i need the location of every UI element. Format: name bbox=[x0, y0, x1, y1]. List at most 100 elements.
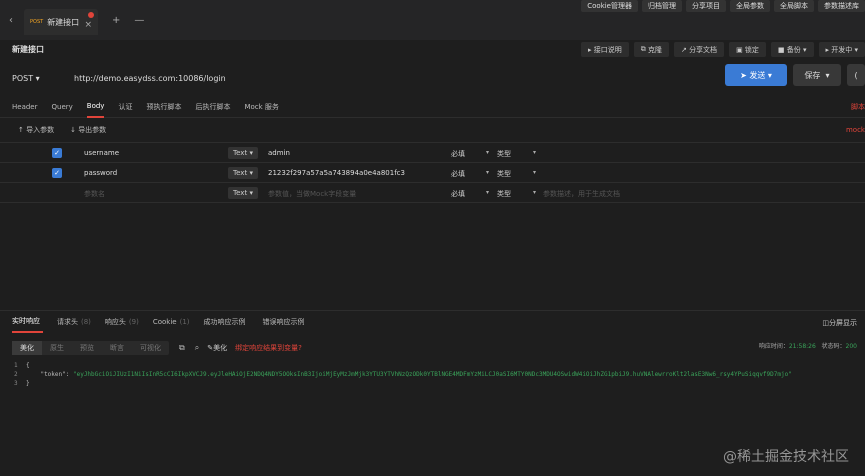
param-desc-placeholder[interactable]: 参数描述，用于生成文档 bbox=[543, 189, 620, 199]
script-link[interactable]: 脚本 bbox=[851, 102, 865, 112]
import-params-button[interactable]: ↑ 导入参数 bbox=[18, 125, 54, 135]
tab-error-example[interactable]: 错误响应示例 bbox=[263, 311, 308, 333]
copy-icon[interactable]: ⧉ bbox=[179, 343, 185, 353]
arrow-down-icon: ↓ bbox=[70, 126, 79, 134]
chevron-down-icon[interactable]: ▾ bbox=[533, 169, 536, 176]
tab-title: 新建接口 bbox=[47, 17, 80, 27]
chevron-down-icon[interactable]: ▾ bbox=[533, 189, 536, 196]
checkbox[interactable]: ✓ bbox=[52, 168, 62, 178]
import-row: ↑ 导入参数 ↓ 导出参数 mock bbox=[0, 118, 865, 142]
backup-button[interactable]: ■ 备份 ▾ bbox=[770, 42, 814, 57]
chevron-down-icon[interactable]: ▾ bbox=[486, 169, 489, 176]
param-required[interactable]: 必填 bbox=[451, 149, 465, 159]
view-beautify[interactable]: 美化 bbox=[12, 341, 42, 355]
view-mode-group: 美化 原生 预览 断言 可视化 bbox=[12, 341, 169, 355]
tab-cookie[interactable]: Cookie (1) bbox=[153, 311, 190, 333]
tab-auth[interactable]: 认证 bbox=[118, 96, 132, 118]
chevron-down-icon[interactable]: ▾ bbox=[533, 149, 536, 156]
chevron-down-icon: ▾ bbox=[249, 149, 253, 157]
view-raw[interactable]: 原生 bbox=[42, 341, 72, 355]
tab-method: POST bbox=[30, 19, 44, 25]
status-dropdown[interactable]: ▸ 开发中 ▾ bbox=[818, 42, 865, 57]
code-line: 1{ bbox=[14, 362, 30, 369]
view-assert[interactable]: 断言 bbox=[102, 341, 132, 355]
split-view-button[interactable]: ◫分屏显示 bbox=[822, 318, 857, 328]
watermark: @稀土掘金技术社区 bbox=[723, 449, 849, 465]
split-icon: ◫ bbox=[822, 319, 829, 327]
param-row-empty: 参数名 Text ▾ 参数值，当做Mock字段变量 必填 ▾ 类型 ▾ 参数描述… bbox=[0, 183, 865, 203]
tab-response-headers[interactable]: 响应头 (9) bbox=[105, 311, 139, 333]
param-kind[interactable]: 类型 bbox=[497, 189, 511, 199]
search-icon[interactable]: ⌕ bbox=[195, 343, 199, 353]
tab-pre-script[interactable]: 预执行脚本 bbox=[146, 96, 181, 118]
clone-button[interactable]: ⧉ 克隆 bbox=[633, 42, 669, 57]
tab-body[interactable]: Body bbox=[86, 96, 105, 118]
arrow-up-icon: ↑ bbox=[18, 126, 27, 134]
tab-header[interactable]: Header bbox=[12, 96, 38, 118]
param-type-select[interactable]: Text ▾ bbox=[228, 147, 258, 159]
chevron-down-icon: ▾ bbox=[765, 70, 772, 80]
checkbox[interactable]: ✓ bbox=[52, 148, 62, 158]
url-input[interactable]: http://demo.easydss.com:10086/login bbox=[74, 74, 226, 83]
archive-manager-button[interactable]: 归档管理 bbox=[642, 0, 682, 12]
cookie-manager-button[interactable]: Cookie管理器 bbox=[581, 0, 638, 12]
param-kind[interactable]: 类型 bbox=[497, 169, 511, 179]
param-row: ✓ username Text ▾ admin 必填 ▾ 类型 ▾ bbox=[0, 143, 865, 163]
lock-icon: ▣ bbox=[736, 45, 745, 54]
tab-live-response[interactable]: 实时响应 bbox=[12, 311, 43, 333]
param-required[interactable]: 必填 bbox=[451, 169, 465, 179]
param-key[interactable]: password bbox=[84, 169, 117, 177]
beautify-button[interactable]: ✎美化 bbox=[207, 343, 227, 353]
param-kind[interactable]: 类型 bbox=[497, 149, 511, 159]
new-tab-icon[interactable]: + bbox=[112, 15, 120, 26]
chevron-down-icon[interactable]: ▾ bbox=[486, 189, 489, 196]
mock-link[interactable]: mock bbox=[846, 126, 865, 134]
view-visualize[interactable]: 可视化 bbox=[132, 341, 169, 355]
code-line: 3} bbox=[14, 380, 30, 387]
param-value-placeholder[interactable]: 参数值，当做Mock字段变量 bbox=[268, 189, 356, 199]
chevron-down-icon: ▾ bbox=[249, 169, 253, 177]
save-button[interactable]: 保存 ▾ bbox=[793, 64, 841, 86]
chevron-down-icon: ▾ bbox=[249, 189, 253, 197]
api-doc-button[interactable]: ▸ 接口说明 bbox=[580, 42, 629, 57]
url-row: POST ▾ http://demo.easydss.com:10086/log… bbox=[0, 60, 865, 96]
param-type-select[interactable]: Text ▾ bbox=[228, 167, 258, 179]
param-key[interactable]: username bbox=[84, 149, 119, 157]
code-line: 2 "token": "eyJhbGciOiJIUzI1NiIsInR5cCI6… bbox=[14, 371, 792, 378]
tab-new-interface[interactable]: POST 新建接口 × bbox=[24, 9, 98, 35]
export-params-button[interactable]: ↓ 导出参数 bbox=[70, 125, 106, 135]
share-doc-button[interactable]: ↗ 分享文档 bbox=[673, 42, 725, 57]
method-select[interactable]: POST ▾ bbox=[12, 74, 62, 83]
tab-query[interactable]: Query bbox=[52, 96, 73, 118]
send-button[interactable]: ➤ 发送 ▾ bbox=[725, 64, 787, 86]
request-tabs: Header Query Body 认证 预执行脚本 后执行脚本 Mock 服务… bbox=[0, 96, 865, 118]
chevron-down-icon[interactable]: ▾ bbox=[486, 149, 489, 156]
param-desc-lib-button[interactable]: 参数描述库 bbox=[818, 0, 865, 12]
response-body[interactable]: 1{ 2 "token": "eyJhbGciOiJIUzI1NiIsInR5c… bbox=[0, 359, 865, 390]
param-value[interactable]: admin bbox=[268, 149, 290, 157]
global-params-button[interactable]: 全局参数 bbox=[730, 0, 770, 12]
param-required[interactable]: 必填 bbox=[451, 189, 465, 199]
tab-request-headers[interactable]: 请求头 (8) bbox=[57, 311, 91, 333]
response-stats: 响应时间：21:58:26 状态码：200 bbox=[758, 343, 857, 350]
param-value[interactable]: 21232f297a57a5a743894a0e4a801fc3 bbox=[268, 169, 405, 177]
global-script-button[interactable]: 全局脚本 bbox=[774, 0, 814, 12]
tab-mock[interactable]: Mock 服务 bbox=[244, 96, 278, 118]
close-tab-icon[interactable]: × bbox=[84, 20, 92, 30]
chevron-down-icon: ▾ bbox=[800, 45, 807, 54]
minimize-icon[interactable]: — bbox=[134, 15, 144, 26]
more-button[interactable]: ( bbox=[847, 64, 865, 86]
share-project-button[interactable]: 分享项目 bbox=[686, 0, 726, 12]
send-icon: ➤ bbox=[740, 70, 750, 80]
lock-button[interactable]: ▣ 锁定 bbox=[729, 42, 766, 57]
back-arrow-icon[interactable]: ‹ bbox=[0, 15, 22, 26]
tab-success-example[interactable]: 成功响应示例 bbox=[204, 311, 249, 333]
param-key-placeholder[interactable]: 参数名 bbox=[84, 189, 105, 199]
bind-variable-link[interactable]: 绑定响应结果到变量? bbox=[235, 343, 302, 353]
view-preview[interactable]: 预览 bbox=[72, 341, 102, 355]
param-type-select[interactable]: Text ▾ bbox=[228, 187, 258, 199]
response-tabs: 实时响应 请求头 (8) 响应头 (9) Cookie (1) 成功响应示例 错误响应… bbox=[0, 311, 865, 333]
share-icon: ↗ bbox=[680, 45, 690, 54]
tab-post-script[interactable]: 后执行脚本 bbox=[195, 96, 230, 118]
param-row: ✓ password Text ▾ 21232f297a57a5a743894a… bbox=[0, 163, 865, 183]
